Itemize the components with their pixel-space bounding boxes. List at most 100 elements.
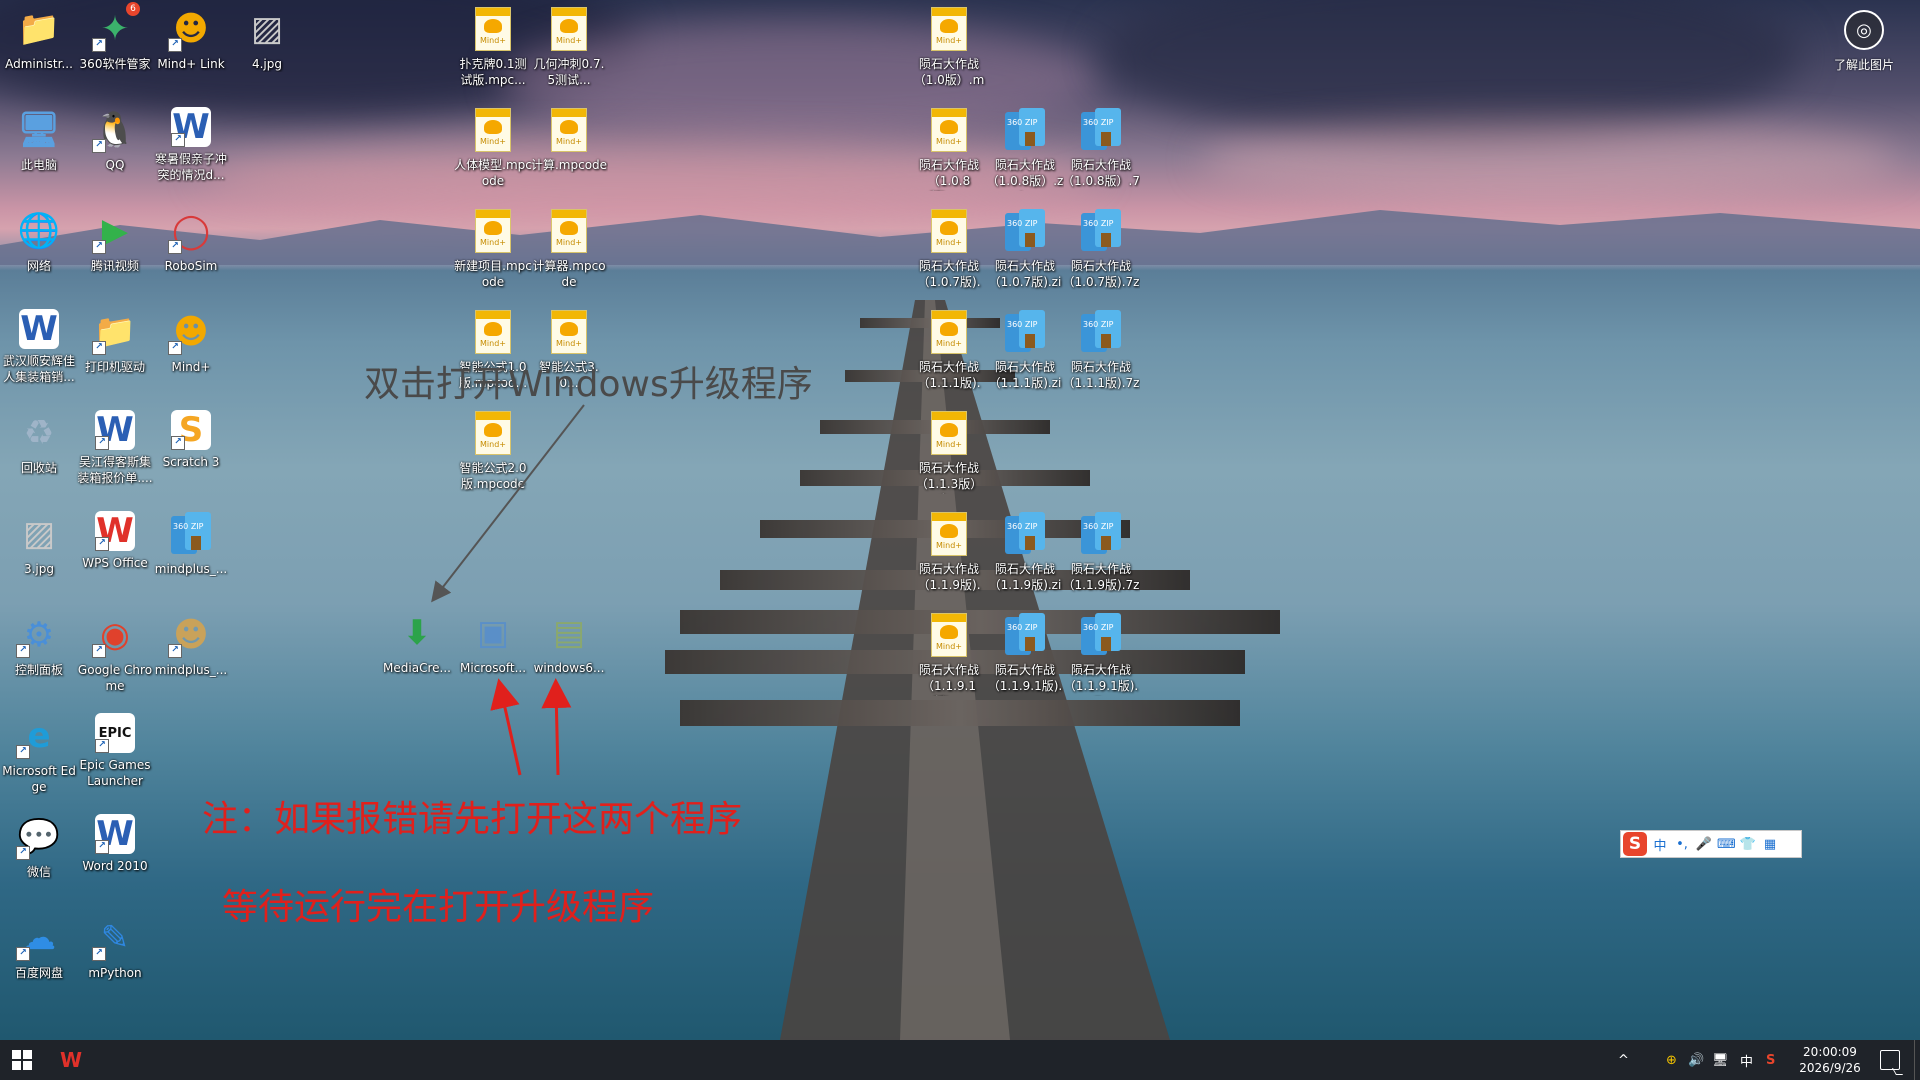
- ime-toolbar[interactable]: S 中 •, 🎤 ⌨ 👕 ▦: [1620, 830, 1802, 858]
- desktop-icon-media-creation-tool-icon[interactable]: ⬇ MediaCre...: [378, 610, 456, 676]
- meteor-zip-file[interactable]: 360 ZIP 陨石大作战（1.1.9.1版).z...: [986, 612, 1064, 696]
- desktop-icon-label: 陨石大作战（1.1.9版).m...: [917, 562, 981, 595]
- desktop-icon-baidu-netdisk-icon[interactable]: ☁ ↗ 百度网盘: [0, 915, 78, 981]
- desktop-icon-image-file-icon[interactable]: ▨ 3.jpg: [0, 511, 78, 577]
- taskbar: W ^ ⊕ 🔊 🖥 中 S 20:00:09 2026/9/26: [0, 1040, 1920, 1080]
- desktop-icon-label: Mind+: [171, 360, 211, 374]
- desktop-icon-label: mindplus_...: [154, 663, 228, 677]
- meteor-mpcode-file[interactable]: Mind+ 陨石大作战（1.1.9.1版)....: [910, 612, 988, 696]
- desktop-icon-mindplus-link-icon[interactable]: ☻ ↗ Mind+ Link: [152, 6, 230, 72]
- desktop-icon-control-panel-icon[interactable]: ⚙ ↗ 控制面板: [0, 612, 78, 678]
- sogou-logo-icon[interactable]: S: [1623, 832, 1647, 856]
- desktop-icon-edge-icon[interactable]: e ↗ Microsoft Edge: [0, 713, 78, 795]
- meteor-7z-file[interactable]: 360 ZIP 陨石大作战（1.1.9版).7z: [1062, 511, 1140, 593]
- desktop-icon-qq-icon[interactable]: 🐧 ↗ QQ: [76, 107, 154, 173]
- user-folder-icon: 📁: [17, 9, 61, 49]
- learn-about-picture[interactable]: ◎ 了解此图片: [1820, 10, 1908, 73]
- desktop-icon-microsoft-installer-icon[interactable]: ▣ Microsoft...: [454, 610, 532, 676]
- desktop-icon-label: 计算.mpcode: [530, 158, 608, 172]
- desktop-icon-mindplus-icon[interactable]: ☻ ↗ Mind+: [152, 309, 230, 375]
- volume-icon[interactable]: 🔊: [1688, 1040, 1704, 1080]
- show-desktop-button[interactable]: [1914, 1040, 1920, 1080]
- meteor-mpcode-file[interactable]: Mind+ 陨石大作战（1.0版）.mp...: [910, 6, 988, 90]
- desktop-icon-label: 陨石大作战（1.1.9.1版).z...: [987, 663, 1063, 696]
- mindplus-file-icon: Mind+: [470, 410, 516, 456]
- desktop-icon-zip-icon[interactable]: 360 ZIP mindplus_...: [152, 511, 230, 577]
- mindplus-file-icon: Mind+: [470, 6, 516, 52]
- meteor-7z-file[interactable]: 360 ZIP 陨石大作战（1.0.8版）.7z: [1062, 107, 1140, 191]
- keyboard-icon[interactable]: ⌨: [1717, 837, 1736, 852]
- desktop-icon-label: 陨石大作战（1.0版）.mp...: [913, 57, 985, 90]
- mpcode-file[interactable]: Mind+ 扑克牌0.1测试版.mpc...: [454, 6, 532, 88]
- zip-archive-icon: 360 ZIP: [1002, 208, 1048, 254]
- windows-start-icon[interactable]: [12, 1050, 32, 1070]
- desktop-icon-mpython-icon[interactable]: ✎ ↗ mPython: [76, 915, 154, 981]
- meteor-mpcode-file[interactable]: Mind+ 陨石大作战（1.1.1版).m...: [910, 309, 988, 393]
- sogou-tray-icon[interactable]: S: [1766, 1040, 1775, 1080]
- shortcut-arrow-icon: ↗: [168, 240, 182, 254]
- shortcut-arrow-icon: ↗: [95, 436, 109, 450]
- 360-tray-icon[interactable]: ⊕: [1666, 1040, 1677, 1080]
- desktop-icon-recycle-bin-icon[interactable]: ♻ 回收站: [0, 410, 78, 476]
- meteor-mpcode-file[interactable]: Mind+ 陨石大作战（1.0.7版).m...: [910, 208, 988, 292]
- desktop-icon-label: Google Chrome: [77, 663, 153, 693]
- mpcode-file[interactable]: Mind+ 计算器.mpcode: [530, 208, 608, 290]
- wps-taskbar-icon[interactable]: W: [60, 1048, 86, 1072]
- desktop-icon-epic-games-icon[interactable]: EPIC ↗ Epic Games Launcher: [76, 713, 154, 789]
- desktop-icon-word-doc-icon[interactable]: W ↗ 寒暑假亲子冲突的情况d...: [152, 107, 230, 183]
- mpcode-file[interactable]: Mind+ 新建项目.mpcode: [454, 208, 532, 290]
- desktop-icon-360-software-icon[interactable]: ✦ 6 ↗ 360软件管家: [76, 2, 154, 72]
- desktop-icon-wps-icon[interactable]: W ↗ WPS Office: [76, 511, 154, 571]
- desktop-icon-computer-icon[interactable]: 🖥 此电脑: [0, 107, 78, 173]
- meteor-mpcode-file[interactable]: Mind+ 陨石大作战（1.0.8版）....: [910, 107, 988, 191]
- input-language-indicator[interactable]: 中: [1740, 1040, 1753, 1080]
- desktop-icon-tencent-video-icon[interactable]: ▶ ↗ 腾讯视频: [76, 208, 154, 274]
- shortcut-arrow-icon: ↗: [168, 341, 182, 355]
- meteor-zip-file[interactable]: 360 ZIP 陨石大作战（1.0.7版).zip: [986, 208, 1064, 292]
- desktop-icon-label: Scratch 3: [162, 455, 220, 469]
- meteor-zip-file[interactable]: 360 ZIP 陨石大作战（1.0.8版）.zip: [986, 107, 1064, 191]
- desktop-icon-folder-icon[interactable]: 📁 ↗ 打印机驱动: [76, 309, 154, 375]
- mpcode-file[interactable]: Mind+ 智能公式2.0版.mpcode: [454, 410, 532, 492]
- tray-overflow-icon[interactable]: ^: [1618, 1040, 1629, 1080]
- zip-archive-icon: 360 ZIP: [1002, 309, 1048, 355]
- desktop-icon-word-doc-icon[interactable]: W 武汉顺安辉佳人集装箱销...: [0, 309, 78, 385]
- desktop-icon-robosim-icon[interactable]: ◯ ↗ RoboSim: [152, 208, 230, 274]
- mpcode-file[interactable]: Mind+ 几何冲刺0.7.5测试...: [530, 6, 608, 88]
- desktop-icon-label: 寒暑假亲子冲突的情况d...: [154, 152, 227, 182]
- desktop-icon-chrome-icon[interactable]: ◉ ↗ Google Chrome: [76, 612, 154, 694]
- mindplus-file-icon: Mind+: [926, 208, 972, 254]
- desktop-icon-label: RoboSim: [164, 259, 218, 273]
- desktop-icon-windows-update-icon[interactable]: ▤ windows6...: [530, 610, 608, 676]
- desktop-icon-wechat-icon[interactable]: 💬 ↗ 微信: [0, 814, 78, 880]
- meteor-mpcode-file[interactable]: Mind+ 陨石大作战（1.1.3版）内...: [910, 410, 988, 494]
- taskbar-clock[interactable]: 20:00:09 2026/9/26: [1790, 1044, 1870, 1076]
- skin-icon[interactable]: 👕: [1739, 837, 1757, 852]
- desktop-icon-scratch-icon[interactable]: S ↗ Scratch 3: [152, 410, 230, 470]
- desktop-icon-network-icon[interactable]: 🌐 网络: [0, 208, 78, 274]
- meteor-7z-file[interactable]: 360 ZIP 陨石大作战（1.1.9.1版).7z: [1062, 612, 1140, 696]
- toolbox-icon[interactable]: ▦: [1761, 837, 1779, 852]
- desktop-icon-user-folder-icon[interactable]: 📁 Administr...: [0, 6, 78, 72]
- mpcode-file[interactable]: Mind+ 计算.mpcode: [530, 107, 608, 173]
- file-type-tag: Mind+: [936, 36, 962, 45]
- network-tray-icon[interactable]: 🖥: [1712, 1040, 1729, 1080]
- meteor-zip-file[interactable]: 360 ZIP 陨石大作战（1.1.9版).zip: [986, 511, 1064, 595]
- file-type-tag: 360 ZIP: [1007, 320, 1038, 329]
- folder-icon: 📁 ↗: [92, 309, 138, 355]
- desktop-icon-mindplus-installer-icon[interactable]: ☻ ↗ mindplus_...: [152, 612, 230, 678]
- meteor-mpcode-file[interactable]: Mind+ 陨石大作战（1.1.9版).m...: [910, 511, 988, 595]
- mpcode-file[interactable]: Mind+ 人体模型.mpcode: [454, 107, 532, 189]
- microphone-icon[interactable]: 🎤: [1695, 837, 1713, 852]
- desktop-icon-word-doc-icon[interactable]: W ↗ 吴江得客斯集装箱报价单....: [76, 410, 154, 486]
- meteor-7z-file[interactable]: 360 ZIP 陨石大作战（1.1.1版).7z: [1062, 309, 1140, 391]
- ime-chinese-mode[interactable]: 中: [1651, 835, 1669, 854]
- meteor-zip-file[interactable]: 360 ZIP 陨石大作战（1.1.1版).zip: [986, 309, 1064, 393]
- action-center-icon[interactable]: [1880, 1050, 1900, 1070]
- ime-punctuation-icon[interactable]: •,: [1673, 837, 1691, 852]
- notification-badge: 6: [126, 2, 140, 16]
- desktop-icon-4jpg[interactable]: ▨ 4.jpg: [228, 6, 306, 72]
- mindplus-link-icon: ☻ ↗: [168, 6, 214, 52]
- desktop-icon-word-icon[interactable]: W ↗ Word 2010: [76, 814, 154, 874]
- meteor-7z-file[interactable]: 360 ZIP 陨石大作战（1.0.7版).7z: [1062, 208, 1140, 290]
